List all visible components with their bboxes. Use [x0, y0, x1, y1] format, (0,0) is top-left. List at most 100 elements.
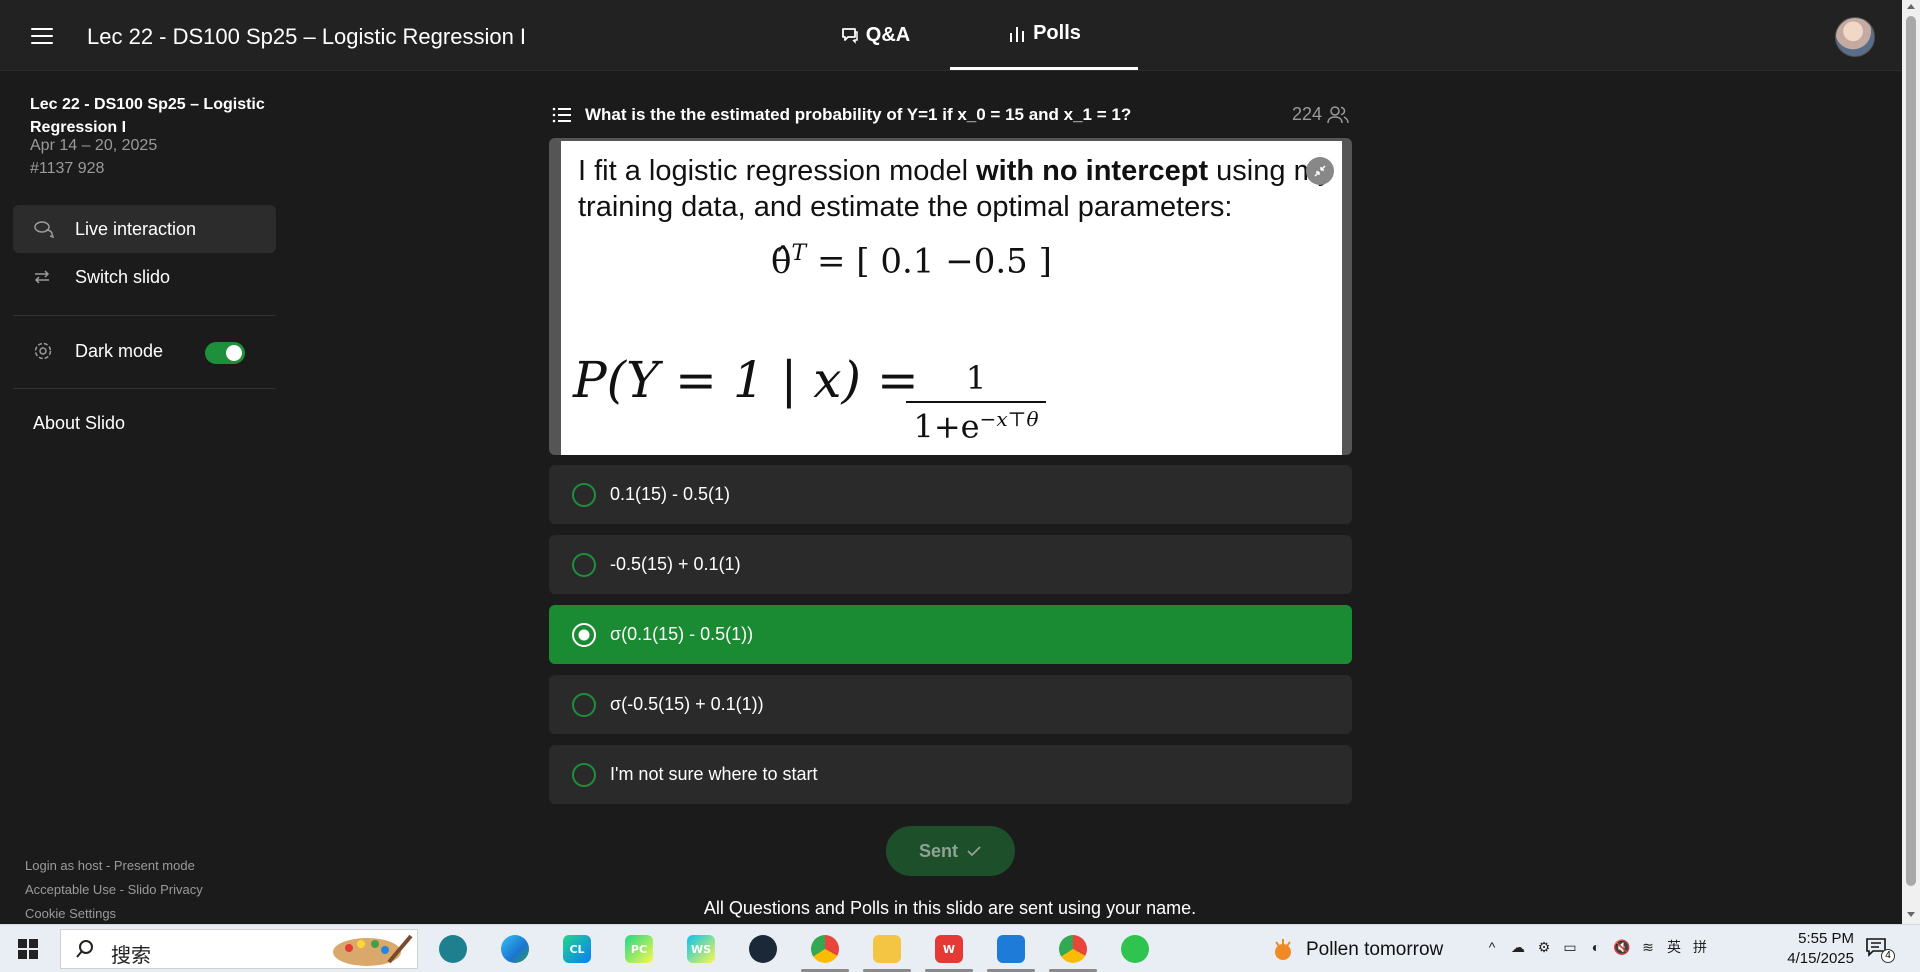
- sidebar-item-switch-slido[interactable]: Switch slido: [13, 253, 276, 301]
- cloud-sync-icon[interactable]: ☁: [1509, 938, 1527, 956]
- radio-button[interactable]: [572, 762, 596, 787]
- sidebar-event-code: #1137 928: [30, 160, 105, 177]
- event-title: Lec 22 - DS100 Sp25 – Logistic Regressio…: [87, 24, 527, 49]
- wifi-icon[interactable]: ≋: [1639, 938, 1657, 956]
- chat-icon: [33, 220, 63, 238]
- sidebar-divider: [13, 315, 276, 316]
- probability-equation-lhs: P(Y = 1 | x) =: [573, 351, 919, 409]
- cookie-settings-link[interactable]: Cookie Settings: [25, 906, 116, 921]
- battery-icon[interactable]: ▭: [1561, 938, 1579, 956]
- taskbar-app-chrome[interactable]: [801, 931, 849, 972]
- option-label: -0.5(15) + 0.1(1): [610, 554, 741, 574]
- image-text-pre: I fit a logistic regression model: [578, 155, 977, 187]
- webstorm-icon: WS: [687, 935, 715, 963]
- notification-center-button[interactable]: 4: [1865, 937, 1895, 963]
- dark-mode-label: Dark mode: [75, 340, 164, 361]
- taskbar-clock[interactable]: 5:55 PM 4/15/2025: [1762, 929, 1854, 969]
- sidebar-divider: [13, 388, 276, 389]
- sent-button[interactable]: Sent: [886, 826, 1015, 876]
- eq1-sup: T: [791, 241, 807, 266]
- weather-widget[interactable]: Pollen tomorrow: [1270, 937, 1443, 963]
- poll-option-3[interactable]: σ(0.1(15) - 0.5(1)): [549, 605, 1352, 664]
- pycharm-icon: PC: [625, 935, 653, 963]
- participant-count: 224: [1292, 104, 1350, 125]
- acceptable-use-privacy-link[interactable]: Acceptable Use - Slido Privacy: [25, 882, 203, 897]
- participant-count-value: 224: [1291, 104, 1322, 124]
- option-label: I'm not sure where to start: [610, 764, 818, 784]
- taskbar-app-steam[interactable]: [745, 931, 781, 967]
- taskbar-app-wechat[interactable]: [1117, 931, 1153, 967]
- user-avatar[interactable]: [1835, 17, 1875, 57]
- file-explorer-icon: [873, 935, 901, 963]
- taskbar-app-clion[interactable]: CL: [559, 931, 595, 967]
- pollen-icon: [1275, 939, 1291, 960]
- about-slido-link[interactable]: About Slido: [33, 413, 125, 434]
- swap-arrows-icon: [33, 269, 63, 285]
- people-icon: [1327, 105, 1349, 123]
- page-scrollbar[interactable]: [1902, 0, 1920, 924]
- radio-button[interactable]: [572, 692, 596, 717]
- chevron-up-icon[interactable]: ^: [1483, 938, 1501, 956]
- radio-button[interactable]: [572, 482, 596, 507]
- poll-option-5[interactable]: I'm not sure where to start: [549, 745, 1352, 804]
- poll-option-4[interactable]: σ(-0.5(15) + 0.1(1)): [549, 675, 1352, 734]
- system-tray: ^ ☁ ⚙ ▭ ◐ 🔇 ≋ 英 拼: [1483, 938, 1709, 956]
- taskbar-app-chrome-profile[interactable]: [1049, 931, 1097, 972]
- collapse-image-button[interactable]: [1306, 157, 1334, 185]
- option-label: 0.1(15) - 0.5(1): [610, 484, 731, 504]
- taskbar-search-input[interactable]: 搜索: [60, 929, 418, 969]
- scroll-down-arrow-icon[interactable]: [1907, 912, 1915, 917]
- ime-language-indicator[interactable]: 英: [1665, 938, 1683, 956]
- question-image: I fit a logistic regression model with n…: [549, 138, 1352, 455]
- radio-button-selected[interactable]: [572, 622, 596, 647]
- checkmark-icon: [967, 846, 981, 857]
- taskbar-app-pycharm[interactable]: PC: [621, 931, 657, 967]
- top-bar: Lec 22 - DS100 Sp25 – Logistic Regressio…: [0, 0, 1902, 71]
- taskbar-app-wps[interactable]: W: [925, 931, 973, 972]
- volume-muted-icon[interactable]: 🔇: [1613, 938, 1631, 956]
- option-label: σ(0.1(15) - 0.5(1)): [610, 624, 754, 644]
- list-icon: [552, 107, 571, 123]
- fraction-denominator: 1+e−x⊤θ: [906, 407, 1046, 446]
- name-notice: All Questions and Polls in this slido ar…: [703, 898, 1197, 918]
- login-present-link[interactable]: Login as host - Present mode: [25, 858, 195, 873]
- windows-start-icon[interactable]: [18, 939, 38, 959]
- taskbar-app-vscode[interactable]: [987, 931, 1035, 972]
- display-icon[interactable]: ◐: [1587, 938, 1605, 956]
- tab-polls[interactable]: Polls: [950, 0, 1138, 70]
- radio-button[interactable]: [572, 552, 596, 577]
- tab-polls-label: Polls: [1033, 22, 1081, 44]
- bar-chart-icon: [1010, 26, 1025, 42]
- settings-tray-icon[interactable]: ⚙: [1535, 938, 1553, 956]
- ime-mode-indicator[interactable]: 拼: [1691, 938, 1709, 956]
- sidebar-item-label: Live interaction: [75, 218, 197, 239]
- taskbar-app-file-explorer[interactable]: [863, 931, 911, 972]
- option-label: σ(-0.5(15) + 0.1(1)): [610, 694, 764, 714]
- sent-button-label: Sent: [918, 840, 958, 861]
- scroll-thumb[interactable]: [1906, 16, 1916, 886]
- taskbar-app-webstorm[interactable]: WS: [683, 931, 719, 967]
- taskbar-app-brain[interactable]: [435, 931, 471, 967]
- sigmoid-fraction: 1 1+e−x⊤θ: [906, 359, 1046, 446]
- scroll-up-arrow-icon[interactable]: [1907, 4, 1915, 9]
- tab-qa[interactable]: Q&A: [800, 0, 950, 70]
- theta-equation: θ̂T = [ 0.1 −0.5 ]: [771, 241, 1052, 281]
- poll-question-text: What is the the estimated probability of…: [585, 105, 1132, 124]
- sidebar-item-label: Switch slido: [75, 266, 171, 287]
- sidebar-item-live-interaction[interactable]: Live interaction: [13, 205, 276, 253]
- taskbar-app-edge[interactable]: [497, 931, 533, 967]
- dark-mode-toggle[interactable]: [205, 342, 245, 364]
- poll-option-2[interactable]: -0.5(15) + 0.1(1): [549, 535, 1352, 594]
- sidebar: Lec 22 - DS100 Sp25 – Logistic Regressio…: [0, 71, 290, 924]
- fraction-denominator-exponent: −x⊤θ: [979, 407, 1039, 431]
- steam-icon: [749, 935, 777, 963]
- tab-qa-label: Q&A: [865, 23, 911, 46]
- palette-decoration-icon: [333, 934, 413, 966]
- hamburger-menu-icon[interactable]: [31, 28, 53, 44]
- poll-option-1[interactable]: 0.1(15) - 0.5(1): [549, 465, 1352, 524]
- windows-taskbar: 搜索 CL PC WS W Pollen tomorrow ^ ☁ ⚙ ▭ ◐ …: [0, 924, 1920, 972]
- eq1-lhs: θ̂: [771, 241, 792, 282]
- sidebar-event-dates: Apr 14 – 20, 2025: [30, 137, 158, 154]
- sidebar-event-title: Lec 22 - DS100 Sp25 – Logistic Regressio…: [30, 96, 265, 136]
- image-text-line2: training data, and estimate the optimal …: [578, 191, 1233, 223]
